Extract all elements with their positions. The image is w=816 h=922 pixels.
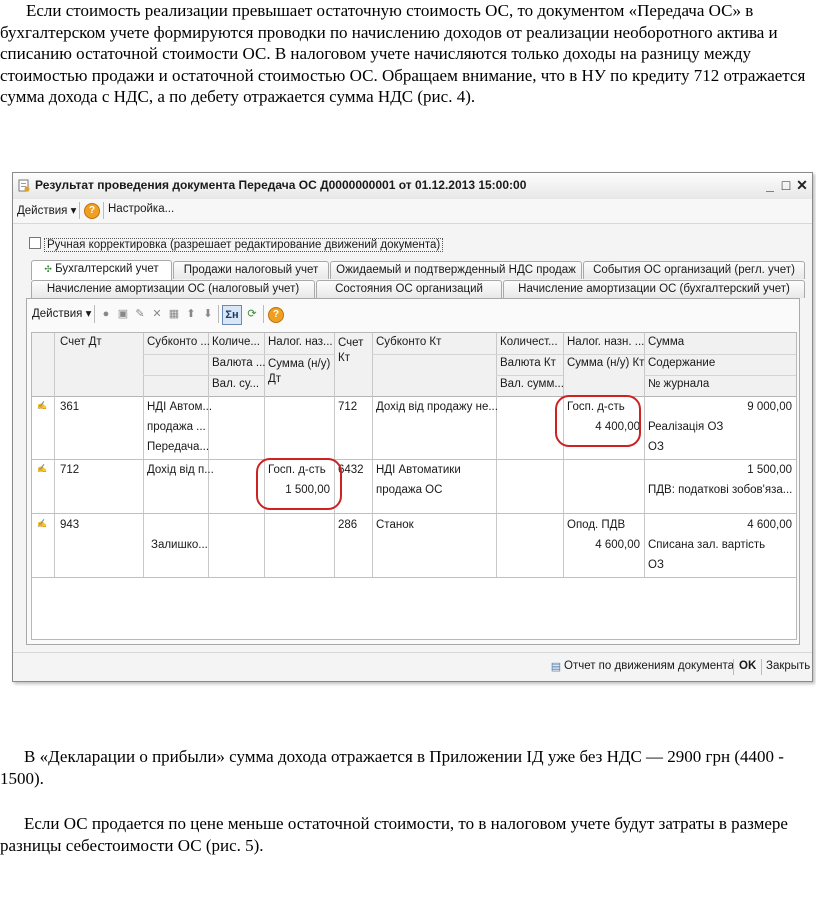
- tab-depreciation-tax[interactable]: Начисление амортизации ОС (налоговый уче…: [31, 280, 315, 298]
- delete-icon[interactable]: ✕: [151, 308, 163, 320]
- minimize-button[interactable]: _: [762, 177, 778, 193]
- row2-description: ПДВ: податкові зобов'яза...: [648, 484, 793, 496]
- close-window-button[interactable]: ✕: [794, 177, 810, 193]
- postings-table[interactable]: Счет Дт Субконто ... Количе... Валюта ..…: [31, 332, 797, 640]
- row2-subkonto-dt: Дохід від п...: [147, 464, 214, 476]
- tab-os-events[interactable]: События ОС организаций (регл. учет): [583, 261, 805, 279]
- paragraph-intro: Если стоимость реализации превышает оста…: [0, 1, 806, 107]
- row3-tax-purpose-kt: Опод. ПДВ: [567, 519, 626, 531]
- document-icon: [18, 179, 30, 192]
- col-description[interactable]: Содержание: [648, 357, 715, 369]
- edit-icon[interactable]: ✎: [134, 308, 146, 320]
- col-schet-dt[interactable]: Счет Дт: [60, 336, 102, 348]
- row1-subkonto-kt: Дохід від продажу не...: [376, 401, 498, 413]
- col-quantity-dt[interactable]: Количе...: [212, 336, 260, 348]
- tab-sales-tax[interactable]: Продажи налоговый учет: [173, 261, 329, 279]
- paragraph-expenses: Если ОС продается по цене меньше остаточ…: [0, 814, 788, 855]
- maximize-button[interactable]: □: [778, 177, 794, 193]
- grid-icon[interactable]: ▦: [168, 308, 180, 320]
- row3-subkonto-kt: Станок: [376, 519, 414, 531]
- row3-subkonto-dt: Залишко...: [151, 539, 208, 551]
- col-currency-kt[interactable]: Валюта Кт: [500, 357, 556, 369]
- highlight-ellipse: [256, 458, 342, 510]
- col-journal[interactable]: № журнала: [648, 378, 709, 390]
- col-cur-sum-dt[interactable]: Вал. су...: [212, 378, 259, 390]
- row1-sum: 9 000,00: [747, 401, 792, 413]
- row1-schet-kt: 712: [338, 401, 358, 413]
- row3-schet-dt: 943: [60, 519, 80, 531]
- row1-subkonto-dt-3: Передача...: [147, 441, 210, 453]
- sum-icon[interactable]: Σн: [222, 305, 242, 325]
- col-tax-purpose-kt[interactable]: Налог. назн. ...: [567, 336, 644, 348]
- checkbox-box[interactable]: [29, 237, 41, 249]
- refresh-icon[interactable]: ⟳: [246, 308, 258, 320]
- report-icon: ▤: [550, 661, 562, 673]
- col-sum[interactable]: Сумма: [648, 336, 684, 348]
- manual-correction-label: Ручная корректировка (разрешает редактир…: [44, 238, 444, 252]
- window-bottombar: ▤ Отчет по движениям документа OK Закрыт…: [13, 652, 812, 681]
- settings-menu[interactable]: Настройка...: [108, 203, 174, 215]
- tab-depreciation-accounting[interactable]: Начисление амортизации ОС (бухгалтерский…: [503, 280, 805, 298]
- row3-tax-sum-kt: 4 600,00: [595, 539, 640, 551]
- manual-correction-checkbox[interactable]: Ручная корректировка (разрешает редактир…: [29, 237, 444, 252]
- grid-help-icon[interactable]: ?: [268, 307, 284, 323]
- col-cur-sum-kt[interactable]: Вал. сумм...: [500, 378, 564, 390]
- accounting-tab-icon: ✣: [44, 264, 52, 274]
- highlight-ellipse: [555, 395, 641, 447]
- close-button[interactable]: Закрыть: [766, 660, 810, 672]
- window-title: Результат проведения документа Передача …: [35, 178, 527, 192]
- move-up-icon[interactable]: ⬆: [185, 308, 197, 320]
- row1-description: Реалізація ОЗ: [648, 421, 724, 433]
- col-tax-sum-dt[interactable]: Сумма (н/у) Дт: [268, 357, 332, 387]
- document-result-window: Результат проведения документа Передача …: [12, 172, 813, 682]
- copy-icon[interactable]: ▣: [117, 308, 129, 320]
- row3-journal: ОЗ: [648, 559, 664, 571]
- row3-sum: 4 600,00: [747, 519, 792, 531]
- row2-sum: 1 500,00: [747, 464, 792, 476]
- posting-icon: ✍: [37, 464, 47, 473]
- actions-menu[interactable]: Действия ▾: [17, 203, 76, 217]
- window-titlebar: Результат проведения документа Передача …: [13, 173, 812, 200]
- col-currency-dt[interactable]: Валюта ...: [212, 357, 265, 369]
- row1-subkonto-dt-1: НДІ Автом...: [147, 401, 213, 413]
- ok-button[interactable]: OK: [739, 660, 756, 672]
- row1-schet-dt: 361: [60, 401, 80, 413]
- col-tax-sum-kt[interactable]: Сумма (н/у) Кт: [567, 357, 644, 369]
- paragraph-declaration: В «Декларации о прибыли» сумма дохода от…: [0, 747, 784, 788]
- posting-icon: ✍: [37, 401, 47, 410]
- row3-description: Списана зал. вартість: [648, 539, 766, 551]
- row2-subkonto-kt-2: продажа ОС: [376, 484, 443, 496]
- tab-vat-sales[interactable]: Ожидаемый и подтвержденный НДС продаж: [330, 261, 582, 279]
- add-icon[interactable]: ●: [100, 308, 112, 320]
- row1-journal: ОЗ: [648, 441, 664, 453]
- row2-schet-dt: 712: [60, 464, 80, 476]
- grid-actions-menu[interactable]: Действия ▾: [32, 306, 91, 320]
- row2-subkonto-kt-1: НДІ Автоматики: [376, 464, 461, 476]
- col-subkonto-kt[interactable]: Субконто Кт: [376, 336, 441, 348]
- help-icon[interactable]: ?: [84, 203, 100, 219]
- move-down-icon[interactable]: ⬇: [202, 308, 214, 320]
- row3-schet-kt: 286: [338, 519, 358, 531]
- accounting-tab-panel: Действия ▾ ● ▣ ✎ ✕ ▦ ⬆ ⬇ Σн ⟳ ? Счет Дт …: [26, 298, 800, 645]
- col-quantity-kt[interactable]: Количест...: [500, 336, 558, 348]
- col-subkonto-dt[interactable]: Субконто ...: [147, 336, 210, 348]
- col-schet-kt[interactable]: Счет Кт: [338, 336, 370, 366]
- tab-label: Бухгалтерский учет: [55, 263, 159, 275]
- row1-subkonto-dt-2: продажа ...: [147, 421, 206, 433]
- tab-accounting[interactable]: ✣ Бухгалтерский учет: [31, 260, 172, 280]
- report-movements-link[interactable]: Отчет по движениям документа: [564, 660, 734, 672]
- tab-os-states[interactable]: Состояния ОС организаций: [316, 280, 502, 298]
- window-menubar: Действия ▾ ? Настройка...: [13, 199, 812, 224]
- posting-icon: ✍: [37, 519, 47, 528]
- col-tax-purpose-dt[interactable]: Налог. наз...: [268, 336, 333, 348]
- grid-toolbar: Действия ▾ ● ▣ ✎ ✕ ▦ ⬆ ⬇ Σн ⟳ ?: [31, 304, 791, 326]
